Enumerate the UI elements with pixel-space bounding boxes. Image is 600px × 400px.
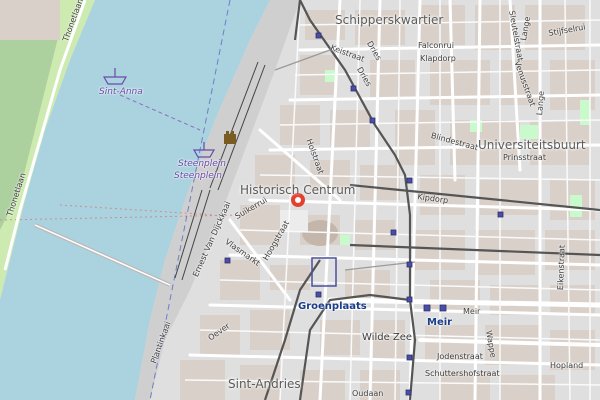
- label-oudaan: Oudaan: [352, 389, 384, 398]
- label-universiteitsbuurt: Universiteitsbuurt: [478, 138, 586, 152]
- label-schuttershofstraat: Schuttershofstraat: [425, 369, 500, 378]
- label-eikenstraat: Eikenstraat: [556, 244, 567, 291]
- label-meir-station: Meir: [427, 317, 453, 328]
- left-bank-buildings: [0, 0, 60, 40]
- label-falconrui: Falconrui: [418, 41, 454, 50]
- label-schipperskwartier: Schipperskwartier: [335, 13, 444, 27]
- label-hopland: Hopland: [550, 361, 584, 370]
- label-sint-anna: Sint-Anna: [99, 87, 143, 97]
- map-canvas[interactable]: [0, 0, 600, 400]
- label-meir-street: Meir: [463, 307, 481, 316]
- label-prinsstraat: Prinsstraat: [503, 153, 546, 162]
- label-steenplein-1: Steenplein: [178, 159, 226, 169]
- steen-castle-icon[interactable]: [224, 134, 236, 144]
- label-groenplaats: Groenplaats: [298, 301, 367, 312]
- label-klapdorp: Klapdorp: [420, 54, 456, 63]
- label-steenplein-2: Steenplein: [174, 171, 222, 181]
- label-wilde-zee: Wilde Zee: [362, 332, 413, 343]
- label-sint-andries: Sint-Andries: [228, 377, 301, 391]
- label-jodenstraat: Jodenstraat: [437, 352, 483, 361]
- label-historisch-centrum: Historisch Centrum: [240, 183, 356, 197]
